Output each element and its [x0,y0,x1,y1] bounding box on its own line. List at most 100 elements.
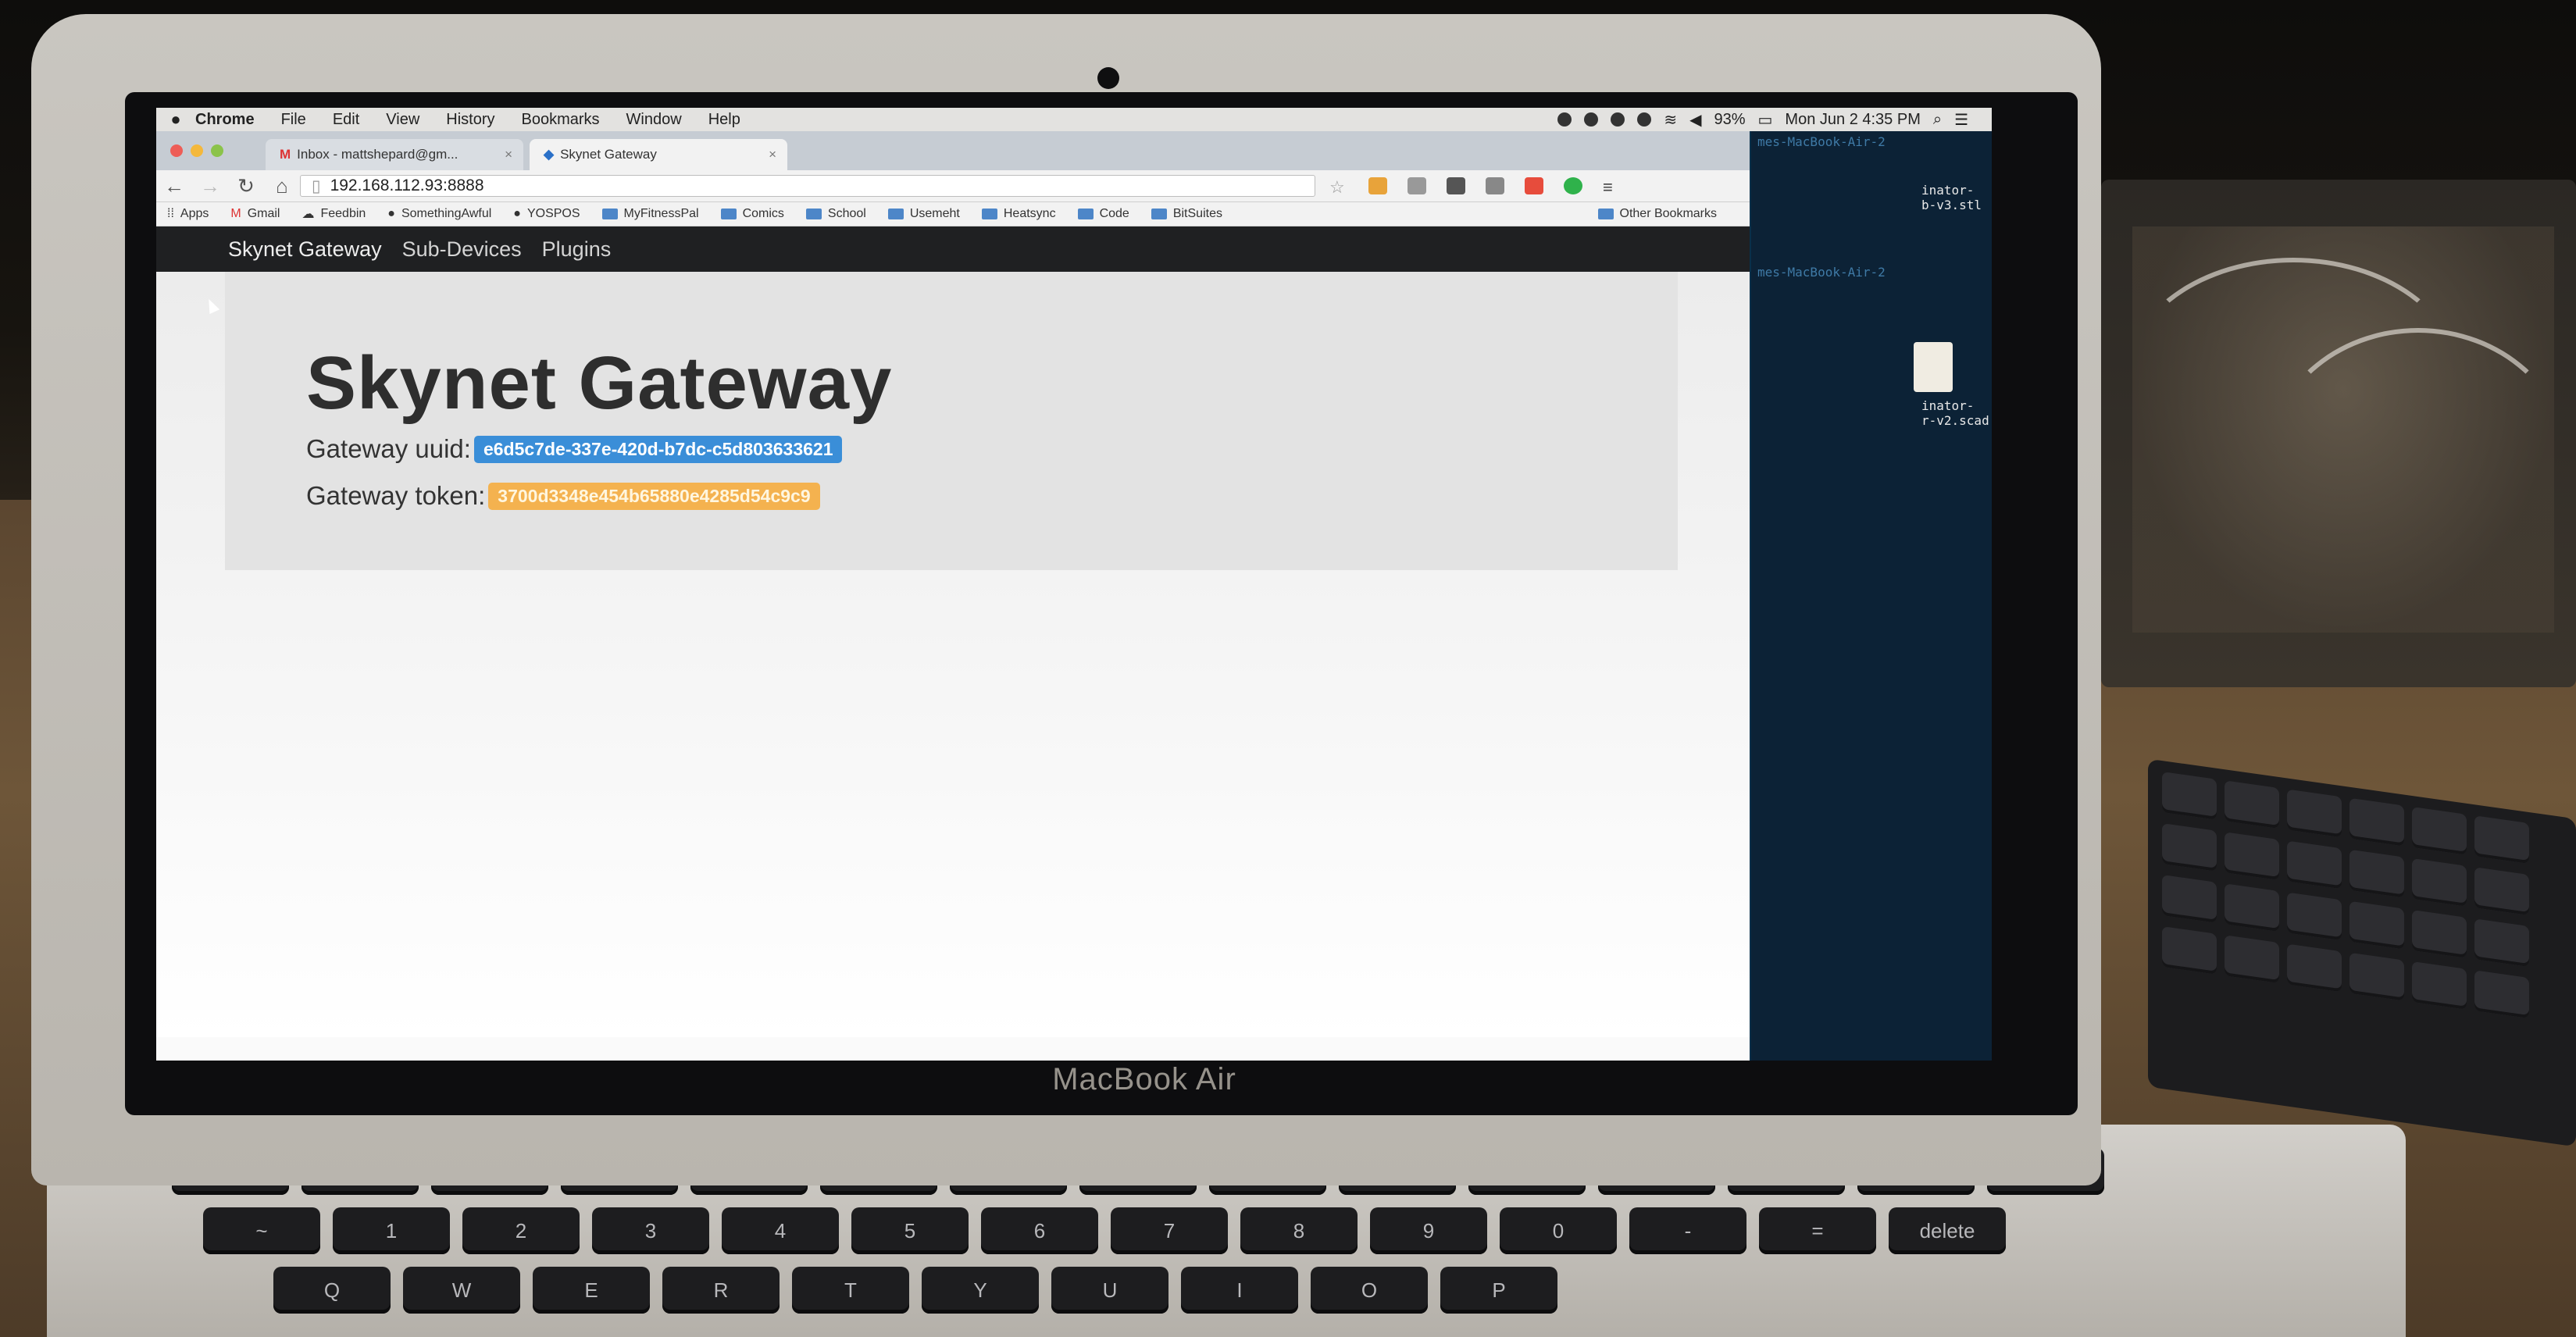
document-icon[interactable] [1914,342,1953,392]
extension-icon[interactable] [1564,177,1582,194]
menubar-clock[interactable]: Mon Jun 2 4:35 PM [1785,111,1920,129]
minimize-window-icon[interactable] [191,144,203,157]
bookmark-folder-heatsync[interactable]: Heatsync [981,207,1056,221]
bookmark-somethingawful[interactable]: ● SomethingAwful [387,207,491,221]
macos-menubar: ● Chrome File Edit View History Bookmark… [156,108,1992,131]
token-badge: 3700d3348e454b65880e4285d54c9c9 [488,482,820,510]
back-icon[interactable]: ← [156,174,192,198]
chrome-menu-icon[interactable]: ≡ [1603,177,1622,197]
key[interactable]: U [1051,1267,1168,1314]
key[interactable]: I [1181,1267,1298,1314]
key[interactable]: P [1440,1267,1557,1314]
status-icon[interactable] [1557,112,1572,127]
page-content: Skynet Gateway Gateway uuid: e6d5c7de-33… [156,272,1750,1037]
gmail-icon: M [280,147,291,162]
bookmark-other[interactable]: Other Bookmarks [1597,207,1728,221]
nav-link-sub-devices[interactable]: Sub-Devices [402,237,522,262]
page-navbar: Skynet Gateway Sub-Devices Plugins [156,226,1750,272]
folder-icon [887,209,904,219]
key[interactable]: 5 [851,1207,969,1254]
bookmark-folder-usemeht[interactable]: Usemeht [887,207,960,221]
bookmark-yospos[interactable]: ● YOSPOS [513,207,580,221]
wifi-icon[interactable]: ≋ [1664,110,1677,130]
cast-icon[interactable] [1486,177,1504,194]
menu-bookmarks[interactable]: Bookmarks [522,111,600,129]
bluetooth-icon[interactable] [1637,112,1652,127]
key[interactable]: 2 [462,1207,580,1254]
address-bar[interactable]: ▯ 192.168.112.93:8888 [300,175,1315,197]
bookmark-folder-code[interactable]: Code [1077,207,1129,221]
menu-history[interactable]: History [446,111,494,129]
skynet-favicon-icon: ◆ [544,147,555,162]
key[interactable]: 3 [592,1207,709,1254]
extension-icon[interactable] [1525,177,1543,194]
menu-view[interactable]: View [386,111,419,129]
key[interactable]: W [403,1267,520,1314]
battery-percent[interactable]: 93% [1714,111,1745,129]
key[interactable]: 6 [981,1207,1098,1254]
token-label: Gateway token: [306,481,486,510]
tab-skynet-gateway[interactable]: ◆ Skynet Gateway × [530,139,787,170]
key[interactable]: = [1759,1207,1876,1254]
volume-icon[interactable]: ◀ [1689,110,1701,130]
key[interactable]: - [1629,1207,1746,1254]
key[interactable]: Q [273,1267,391,1314]
folder-icon [1151,209,1167,219]
home-icon[interactable]: ⌂ [264,174,300,198]
menu-window[interactable]: Window [626,111,682,129]
uuid-label: Gateway uuid: [306,434,471,463]
status-icon[interactable] [1611,112,1625,127]
bookmarks-bar: ⁞⁞ Apps M Gmail ☁ Feedbin ● SomethingAwful ●… [156,202,1750,226]
tab-close-icon[interactable]: × [505,147,512,162]
bookmark-gmail[interactable]: M Gmail [230,207,280,221]
terminal-line: mes-MacBook-Air-2 [1757,265,1886,280]
chrome-window: M Inbox - mattshepard@gm... × ◆ Skynet G… [156,131,1750,1061]
tab-inbox[interactable]: M Inbox - mattshepard@gm... × [266,139,523,170]
key[interactable]: 0 [1500,1207,1617,1254]
nav-link-plugins[interactable]: Plugins [542,237,612,262]
key[interactable]: 4 [722,1207,839,1254]
bookmark-folder-comics[interactable]: Comics [720,207,784,221]
close-window-icon[interactable] [170,144,183,157]
key-delete[interactable]: delete [1889,1207,2006,1254]
bookmark-star-icon[interactable]: ☆ [1329,177,1348,197]
battery-icon: ▭ [1757,111,1773,129]
tab-close-icon[interactable]: × [769,147,776,162]
desktop-file[interactable]: inator- b-v3.stl [1921,183,1982,212]
apple-menu-icon[interactable]: ● [156,109,195,130]
key[interactable]: O [1311,1267,1428,1314]
menu-edit[interactable]: Edit [333,111,359,129]
menu-file[interactable]: File [281,111,306,129]
folder-icon [981,209,997,219]
status-icon[interactable] [1584,112,1599,127]
key[interactable]: T [792,1267,909,1314]
notification-center-icon[interactable]: ☰ [1954,110,1968,130]
key[interactable]: 7 [1111,1207,1228,1254]
gmail-checker-icon[interactable] [1408,177,1426,194]
forward-icon[interactable]: → [192,174,228,198]
key[interactable]: Y [922,1267,1039,1314]
navbar-brand[interactable]: Skynet Gateway [228,237,382,262]
spotlight-search-icon[interactable]: ⌕ [1933,111,1942,129]
terminal-line: mes-MacBook-Air-2 [1757,134,1886,149]
menu-app-name[interactable]: Chrome [195,111,255,129]
extension-icon[interactable] [1368,177,1387,194]
folder-icon [720,209,737,219]
bookmark-apps[interactable]: ⁞⁞ Apps [167,207,209,221]
zoom-window-icon[interactable] [211,144,223,157]
key[interactable]: 1 [333,1207,450,1254]
key[interactable]: 8 [1240,1207,1358,1254]
pocket-icon[interactable] [1447,177,1465,194]
bookmark-feedbin[interactable]: ☁ Feedbin [301,206,366,222]
bookmark-myfitnesspal[interactable]: MyFitnessPal [601,207,699,221]
reload-icon[interactable]: ↻ [228,174,264,198]
terminal-window[interactable]: mes-MacBook-Air-2 mes-MacBook-Air-2 [1750,131,1992,1061]
bookmark-folder-bitsuites[interactable]: BitSuites [1151,207,1222,221]
bookmark-folder-school[interactable]: School [805,207,866,221]
key[interactable]: 9 [1370,1207,1487,1254]
key[interactable]: ~ [203,1207,320,1254]
key[interactable]: E [533,1267,650,1314]
menu-help[interactable]: Help [708,111,740,129]
desktop-file[interactable]: inator- r-v2.scad [1921,398,1989,428]
key[interactable]: R [662,1267,780,1314]
